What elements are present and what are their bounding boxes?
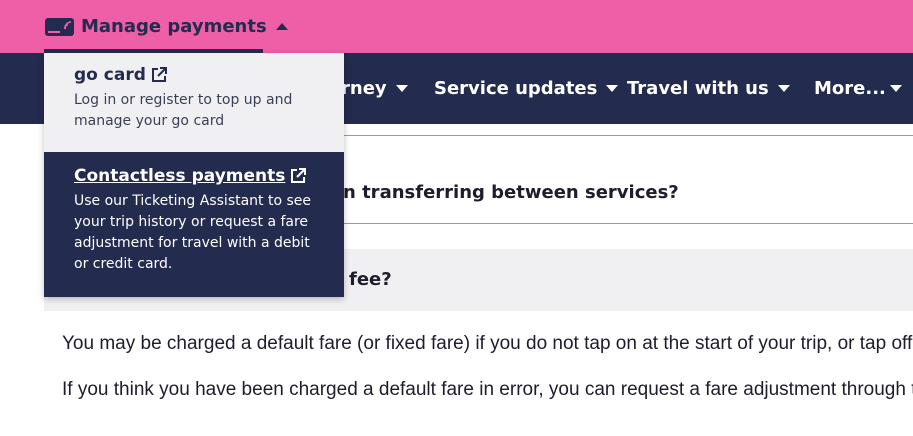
caret-up-icon [275, 23, 288, 30]
nav-item-label: More... [814, 78, 886, 99]
divider [344, 223, 913, 224]
chevron-down-icon [395, 85, 408, 92]
dropdown-item-contactless[interactable]: Contactless payments Use our Ticketing A… [44, 152, 344, 297]
nav-item-travel-with-us[interactable]: Travel with us [627, 53, 790, 124]
chevron-down-icon [606, 85, 619, 92]
go-card-title: go card [74, 65, 314, 85]
paragraph-default-fare: You may be charged a default fare (or fi… [62, 333, 913, 354]
chevron-down-icon [889, 85, 902, 92]
contactless-title-text: Contactless payments [74, 166, 286, 186]
accordion-question-fee: fee? [349, 269, 392, 290]
go-card-description: Log in or register to top up and manage … [74, 92, 293, 129]
nav-item-label: rney [341, 78, 387, 99]
manage-payments-dropdown: go card Log in or register to top up and… [44, 53, 344, 297]
chevron-down-icon [777, 85, 790, 92]
external-link-icon [289, 167, 307, 185]
nav-item-service-updates[interactable]: Service updates [434, 53, 619, 124]
top-bar: Manage payments [0, 0, 913, 53]
manage-payments-toggle[interactable]: Manage payments [44, 0, 288, 53]
nav-item-label: Travel with us [627, 78, 769, 99]
nav-item-journey[interactable]: rney [341, 53, 408, 124]
dropdown-item-go-card[interactable]: go card Log in or register to top up and… [44, 53, 344, 152]
card-reader-icon [44, 16, 75, 38]
paragraph-fare-adjustment: If you think you have been charged a def… [62, 379, 913, 400]
contactless-description: Use our Ticketing Assistant to see your … [74, 193, 312, 272]
external-link-icon [150, 66, 168, 84]
nav-item-label: Service updates [434, 78, 598, 99]
contactless-title: Contactless payments [74, 166, 314, 186]
go-card-title-text: go card [74, 65, 146, 85]
divider [344, 135, 913, 136]
accordion-question-transfer[interactable]: n transferring between services? [343, 182, 679, 203]
nav-item-more[interactable]: More... [814, 53, 902, 124]
manage-payments-label: Manage payments [81, 16, 267, 37]
